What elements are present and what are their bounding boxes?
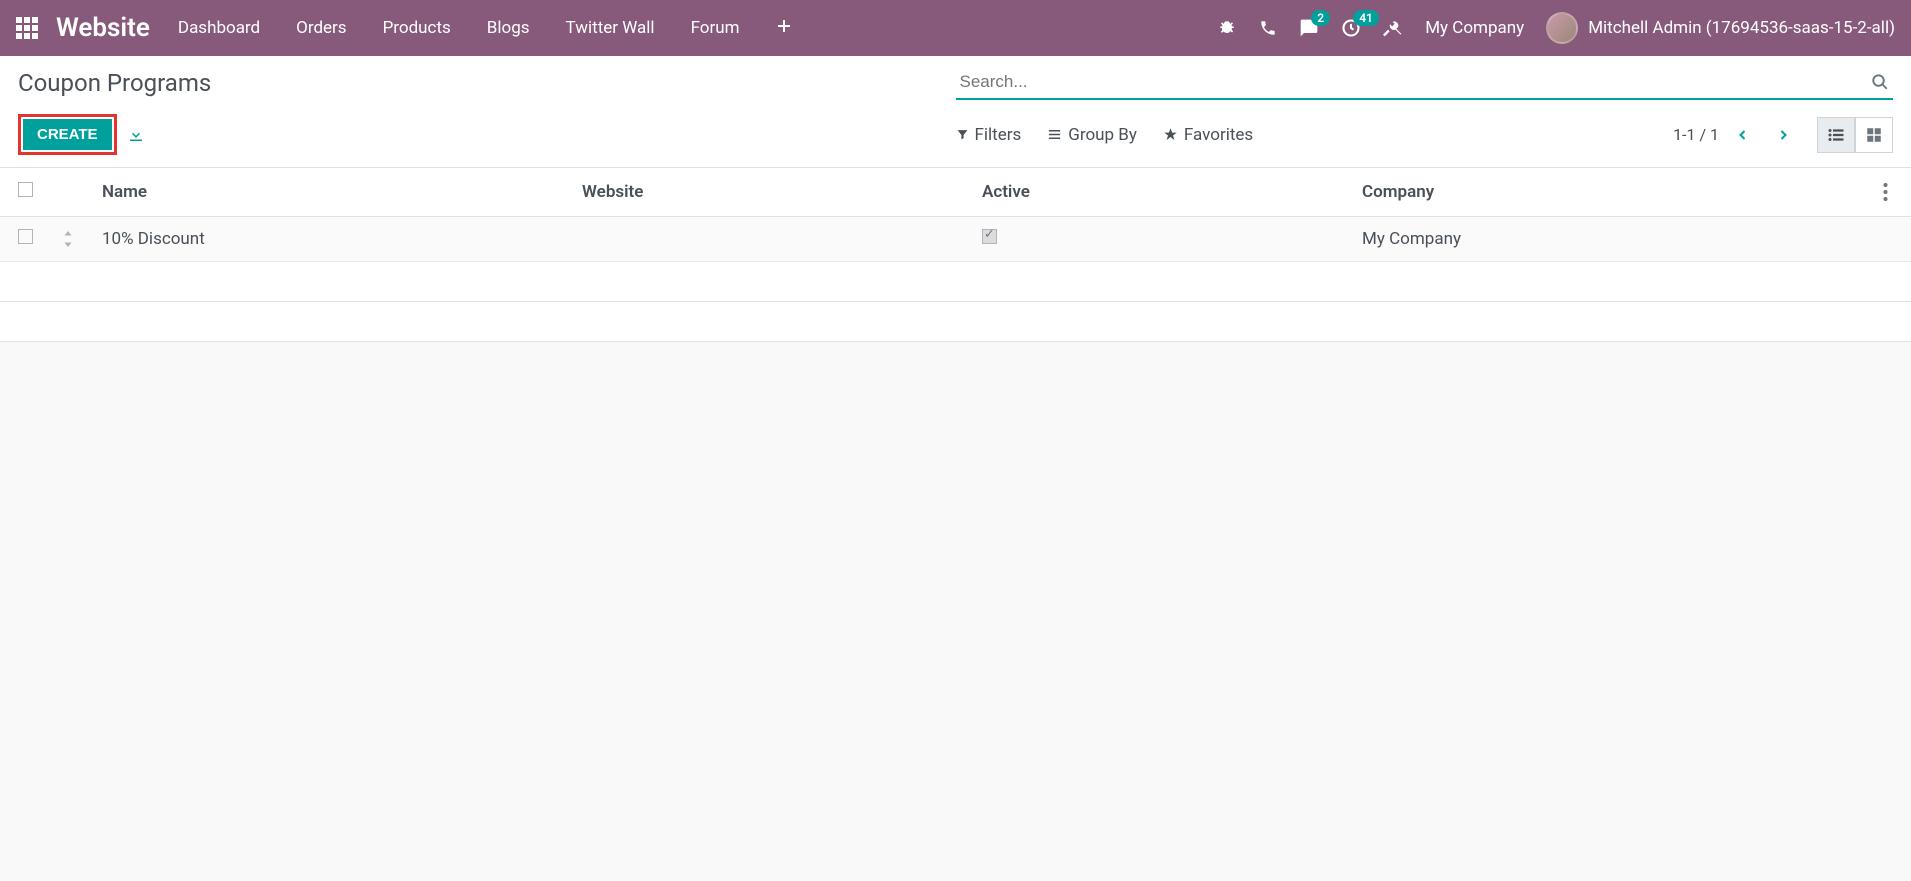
list-view-button[interactable]: [1817, 117, 1855, 153]
col-website[interactable]: Website: [570, 168, 970, 217]
sort-handle-icon[interactable]: [50, 217, 90, 262]
filters-button[interactable]: Filters: [956, 125, 1022, 145]
nav-add[interactable]: [776, 18, 792, 38]
control-panel: Coupon Programs CREATE Filters: [0, 56, 1911, 168]
select-all-checkbox[interactable]: [18, 182, 33, 197]
activity-badge: 41: [1353, 10, 1379, 26]
list-view: Name Website Active Company 10% Discount…: [0, 168, 1911, 342]
search-icon[interactable]: [1871, 73, 1889, 91]
create-button[interactable]: CREATE: [23, 119, 112, 150]
user-menu[interactable]: Mitchell Admin (17694536-saas-15-2-all): [1546, 12, 1895, 44]
messaging-badge: 2: [1311, 10, 1330, 26]
avatar: [1546, 12, 1578, 44]
top-navbar: Website Dashboard Orders Products Blogs …: [0, 0, 1911, 56]
nav-forum[interactable]: Forum: [691, 18, 740, 38]
view-switcher: [1817, 117, 1893, 153]
search-bar: [956, 66, 1894, 100]
nav-twitter-wall[interactable]: Twitter Wall: [566, 18, 655, 38]
kanban-view-button[interactable]: [1855, 117, 1893, 153]
cell-name: 10% Discount: [90, 217, 570, 262]
apps-icon[interactable]: [16, 17, 38, 39]
bug-icon[interactable]: [1217, 18, 1237, 38]
table-row[interactable]: 10% Discount My Company: [0, 217, 1911, 262]
nav-links: Dashboard Orders Products Blogs Twitter …: [178, 18, 792, 38]
tools-icon[interactable]: [1383, 18, 1403, 38]
search-input[interactable]: [960, 72, 1872, 92]
empty-row: [0, 302, 1911, 342]
activity-icon[interactable]: 41: [1341, 18, 1361, 38]
pager-text[interactable]: 1-1 / 1: [1673, 125, 1719, 144]
nav-products[interactable]: Products: [383, 18, 451, 38]
table-header-row: Name Website Active Company: [0, 168, 1911, 217]
groupby-button[interactable]: Group By: [1047, 125, 1137, 145]
nav-orders[interactable]: Orders: [296, 18, 346, 38]
col-active[interactable]: Active: [970, 168, 1350, 217]
row-checkbox[interactable]: [18, 229, 33, 244]
favorites-button[interactable]: Favorites: [1163, 125, 1253, 145]
company-switcher[interactable]: My Company: [1425, 18, 1524, 38]
pager: 1-1 / 1: [1673, 122, 1799, 148]
col-company[interactable]: Company: [1350, 168, 1871, 217]
brand-title[interactable]: Website: [56, 13, 150, 43]
col-name[interactable]: Name: [90, 168, 570, 217]
export-icon[interactable]: [127, 126, 145, 144]
messaging-icon[interactable]: 2: [1299, 18, 1319, 38]
empty-row: [0, 262, 1911, 302]
user-name: Mitchell Admin (17694536-saas-15-2-all): [1588, 18, 1895, 38]
cell-active-checkbox[interactable]: [982, 229, 997, 244]
cell-company: My Company: [1350, 217, 1871, 262]
nav-dashboard[interactable]: Dashboard: [178, 18, 260, 38]
phone-icon[interactable]: [1259, 19, 1277, 37]
nav-blogs[interactable]: Blogs: [487, 18, 530, 38]
pager-next[interactable]: [1767, 122, 1799, 148]
cell-website: [570, 217, 970, 262]
optional-columns-icon[interactable]: [1871, 168, 1911, 217]
create-highlight: CREATE: [18, 114, 117, 155]
page-title: Coupon Programs: [18, 69, 956, 97]
pager-prev[interactable]: [1727, 122, 1759, 148]
